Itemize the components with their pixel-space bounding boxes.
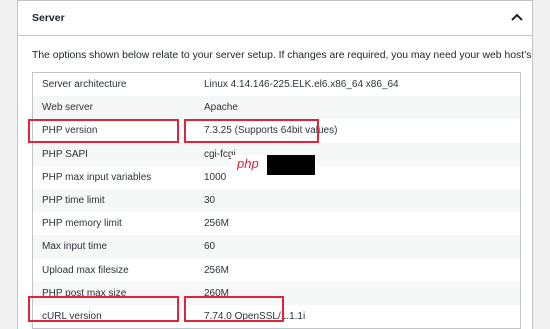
row-label: PHP max input variables	[42, 171, 152, 183]
row-value: 1000	[204, 171, 227, 183]
section-title: Server	[32, 12, 65, 24]
row-value: Apache	[204, 102, 238, 114]
chevron-up-icon[interactable]	[510, 10, 524, 24]
table-row: Web server Apache	[33, 96, 520, 120]
row-value: 30	[204, 194, 216, 206]
watermark-redaction-bar	[267, 155, 315, 175]
row-value: 256M	[204, 264, 230, 276]
table-row: Server architecture Linux 4.14.146-225.E…	[33, 73, 520, 96]
php-logo-text: php	[237, 156, 259, 171]
row-label: PHP post max size	[42, 287, 127, 299]
row-label: PHP memory limit	[42, 218, 122, 230]
section-description: The options shown below relate to your s…	[32, 50, 533, 61]
table-row: PHP post max size 260M	[33, 281, 520, 305]
row-value: Linux 4.14.146-225.ELK.el6.x86_64 x86_64	[204, 79, 399, 90]
row-label: Max input time	[42, 241, 108, 253]
table-row: PHP time limit 30	[33, 188, 520, 213]
row-label: Upload max filesize	[42, 264, 129, 276]
row-value: 60	[204, 241, 216, 253]
php-logo: php	[231, 155, 267, 175]
row-label: Web server	[42, 102, 93, 114]
table-row: cURL version 7.74.0 OpenSSL/1.1.1i	[33, 305, 520, 328]
table-row: PHP memory limit 256M	[33, 212, 520, 235]
row-label: Server architecture	[42, 79, 127, 90]
server-section-header[interactable]: Server	[18, 0, 532, 36]
row-label: PHP version	[42, 125, 98, 137]
watermark: php	[231, 155, 315, 175]
row-value: 7.74.0 OpenSSL/1.1.1i	[204, 310, 306, 322]
row-label: PHP SAPI	[42, 148, 88, 160]
row-value: 256M	[204, 218, 230, 230]
row-value: 7.3.25 (Supports 64bit values)	[204, 125, 338, 137]
row-label: PHP time limit	[42, 194, 105, 206]
server-info-table: Server architecture Linux 4.14.146-225.E…	[32, 72, 521, 329]
row-value: 260M	[204, 287, 230, 299]
table-row: Upload max filesize 256M	[33, 259, 520, 282]
table-row: PHP version 7.3.25 (Supports 64bit value…	[33, 119, 520, 142]
row-label: cURL version	[42, 310, 102, 322]
table-row: Max input time 60	[33, 235, 520, 259]
